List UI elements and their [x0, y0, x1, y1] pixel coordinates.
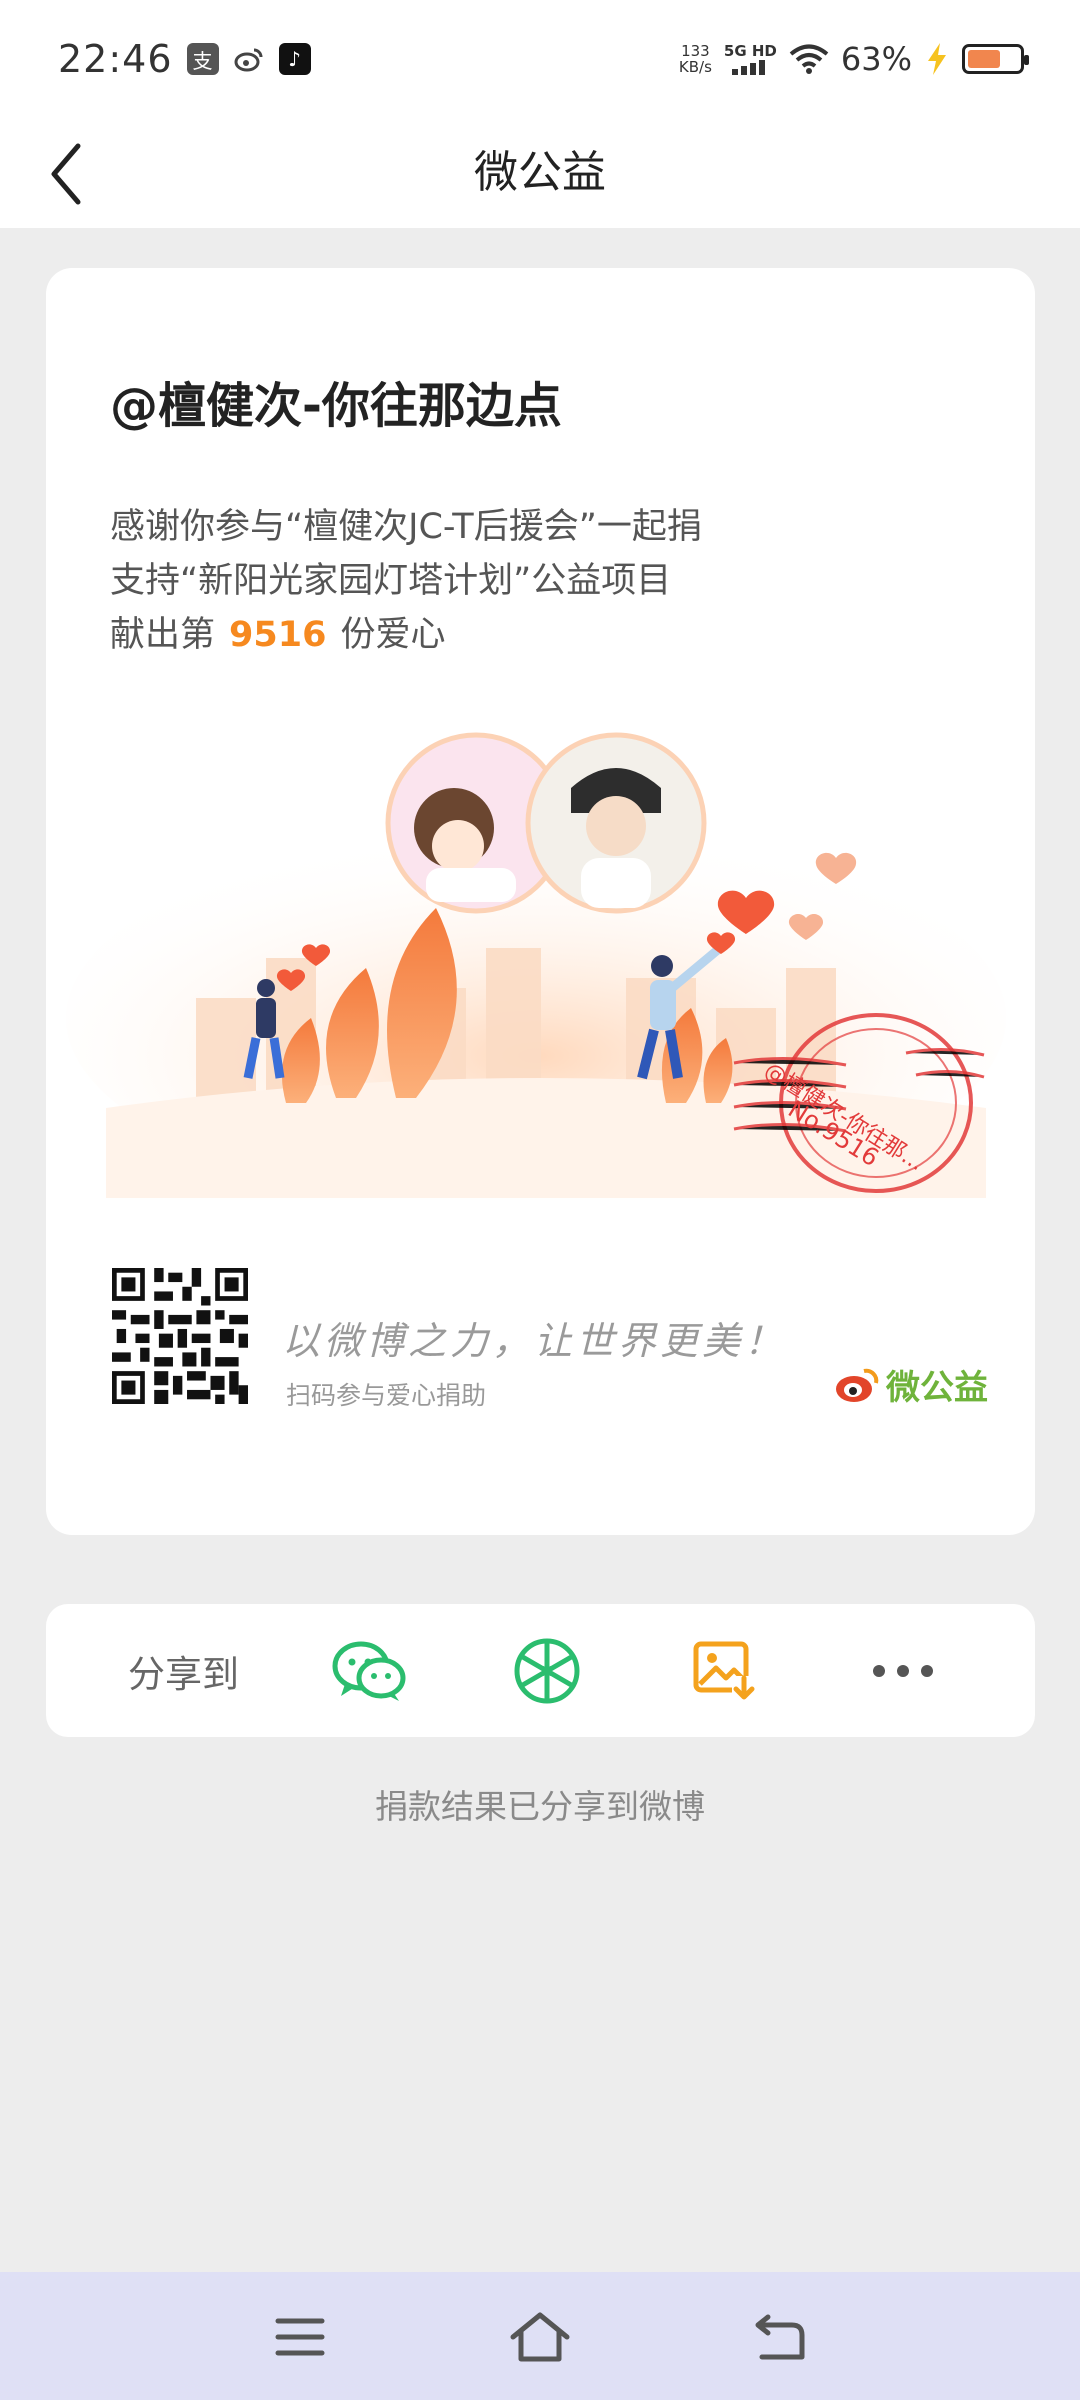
- navigation-bar: [0, 2272, 1080, 2400]
- moments-icon: [514, 1638, 580, 1704]
- brand-logo: 微公益: [834, 1360, 988, 1409]
- message-line-2: 支持“新阳光家园灯塔计划”公益项目: [110, 561, 672, 601]
- share-wechat-button[interactable]: [328, 1630, 410, 1712]
- back-icon: [755, 2314, 805, 2360]
- share-status-text: 捐款结果已分享到微博: [375, 1787, 705, 1826]
- message-suffix: 份爱心: [340, 615, 446, 655]
- nav-home-button[interactable]: [500, 2302, 580, 2372]
- qr-code: [112, 1268, 248, 1404]
- title-bar: 微公益: [0, 118, 1080, 228]
- battery-percent: 63%: [840, 40, 912, 78]
- status-bar: 22:46 支 ♪ 133 KB/s 5G HD 63%: [0, 0, 1080, 118]
- net-speed-unit: KB/s: [678, 58, 712, 76]
- more-icon: [873, 1665, 933, 1677]
- battery-icon: [962, 44, 1029, 74]
- save-image-icon: [693, 1641, 756, 1700]
- weibo-icon: [233, 43, 265, 75]
- save-image-button[interactable]: [684, 1630, 766, 1712]
- menu-icon: [275, 2318, 325, 2356]
- brand-name: 微公益: [886, 1368, 988, 1408]
- alipay-icon: 支: [186, 43, 219, 75]
- page-title: 微公益: [474, 147, 606, 198]
- donation-count: 9516: [229, 615, 327, 655]
- net-speed: 133 KB/s: [679, 43, 712, 75]
- network-type: 5G HD: [723, 42, 777, 60]
- message-line-3: 献出第 9516 份爱心: [110, 608, 910, 662]
- share-bar: 分享到: [46, 1604, 1035, 1737]
- weibo-charity-logo-icon: [836, 1368, 879, 1402]
- charging-icon: [928, 43, 946, 75]
- scan-hint: 扫码参与爱心捐助: [286, 1381, 487, 1410]
- page: 22:46 支 ♪ 133 KB/s 5G HD 63% 微公益 @檀健次-你往…: [0, 0, 1080, 2400]
- wifi-icon: [789, 44, 829, 74]
- thank-you-message: 感谢你参与“檀健次JC-T后援会”一起捐 支持“新阳光家园灯塔计划”公益项目 献…: [110, 500, 910, 662]
- home-icon: [510, 2312, 570, 2362]
- share-label: 分享到: [128, 1653, 239, 1696]
- more-share-button[interactable]: [862, 1630, 944, 1712]
- tiktok-icon: ♪: [278, 43, 311, 75]
- nav-back-button[interactable]: [740, 2302, 820, 2372]
- signal-icon: 5G HD: [724, 43, 777, 75]
- nav-menu-button[interactable]: [260, 2302, 340, 2372]
- share-moments-button[interactable]: [506, 1630, 588, 1712]
- message-prefix: 献出第: [110, 615, 216, 655]
- clock: 22:46: [58, 37, 173, 81]
- slogan: 以微博之力，让世界更美！: [282, 1319, 787, 1363]
- donation-stamp: @檀健次-你往那... No.9516: [726, 1013, 986, 1203]
- donation-card: @檀健次-你往那边点 感谢你参与“檀健次JC-T后援会”一起捐 支持“新阳光家园…: [46, 268, 1035, 1535]
- message-line-1: 感谢你参与“檀健次JC-T后援会”一起捐: [110, 507, 702, 547]
- donor-name: @檀健次-你往那边点: [110, 378, 562, 434]
- net-speed-value: 133: [681, 42, 710, 60]
- wechat-icon: [332, 1641, 406, 1701]
